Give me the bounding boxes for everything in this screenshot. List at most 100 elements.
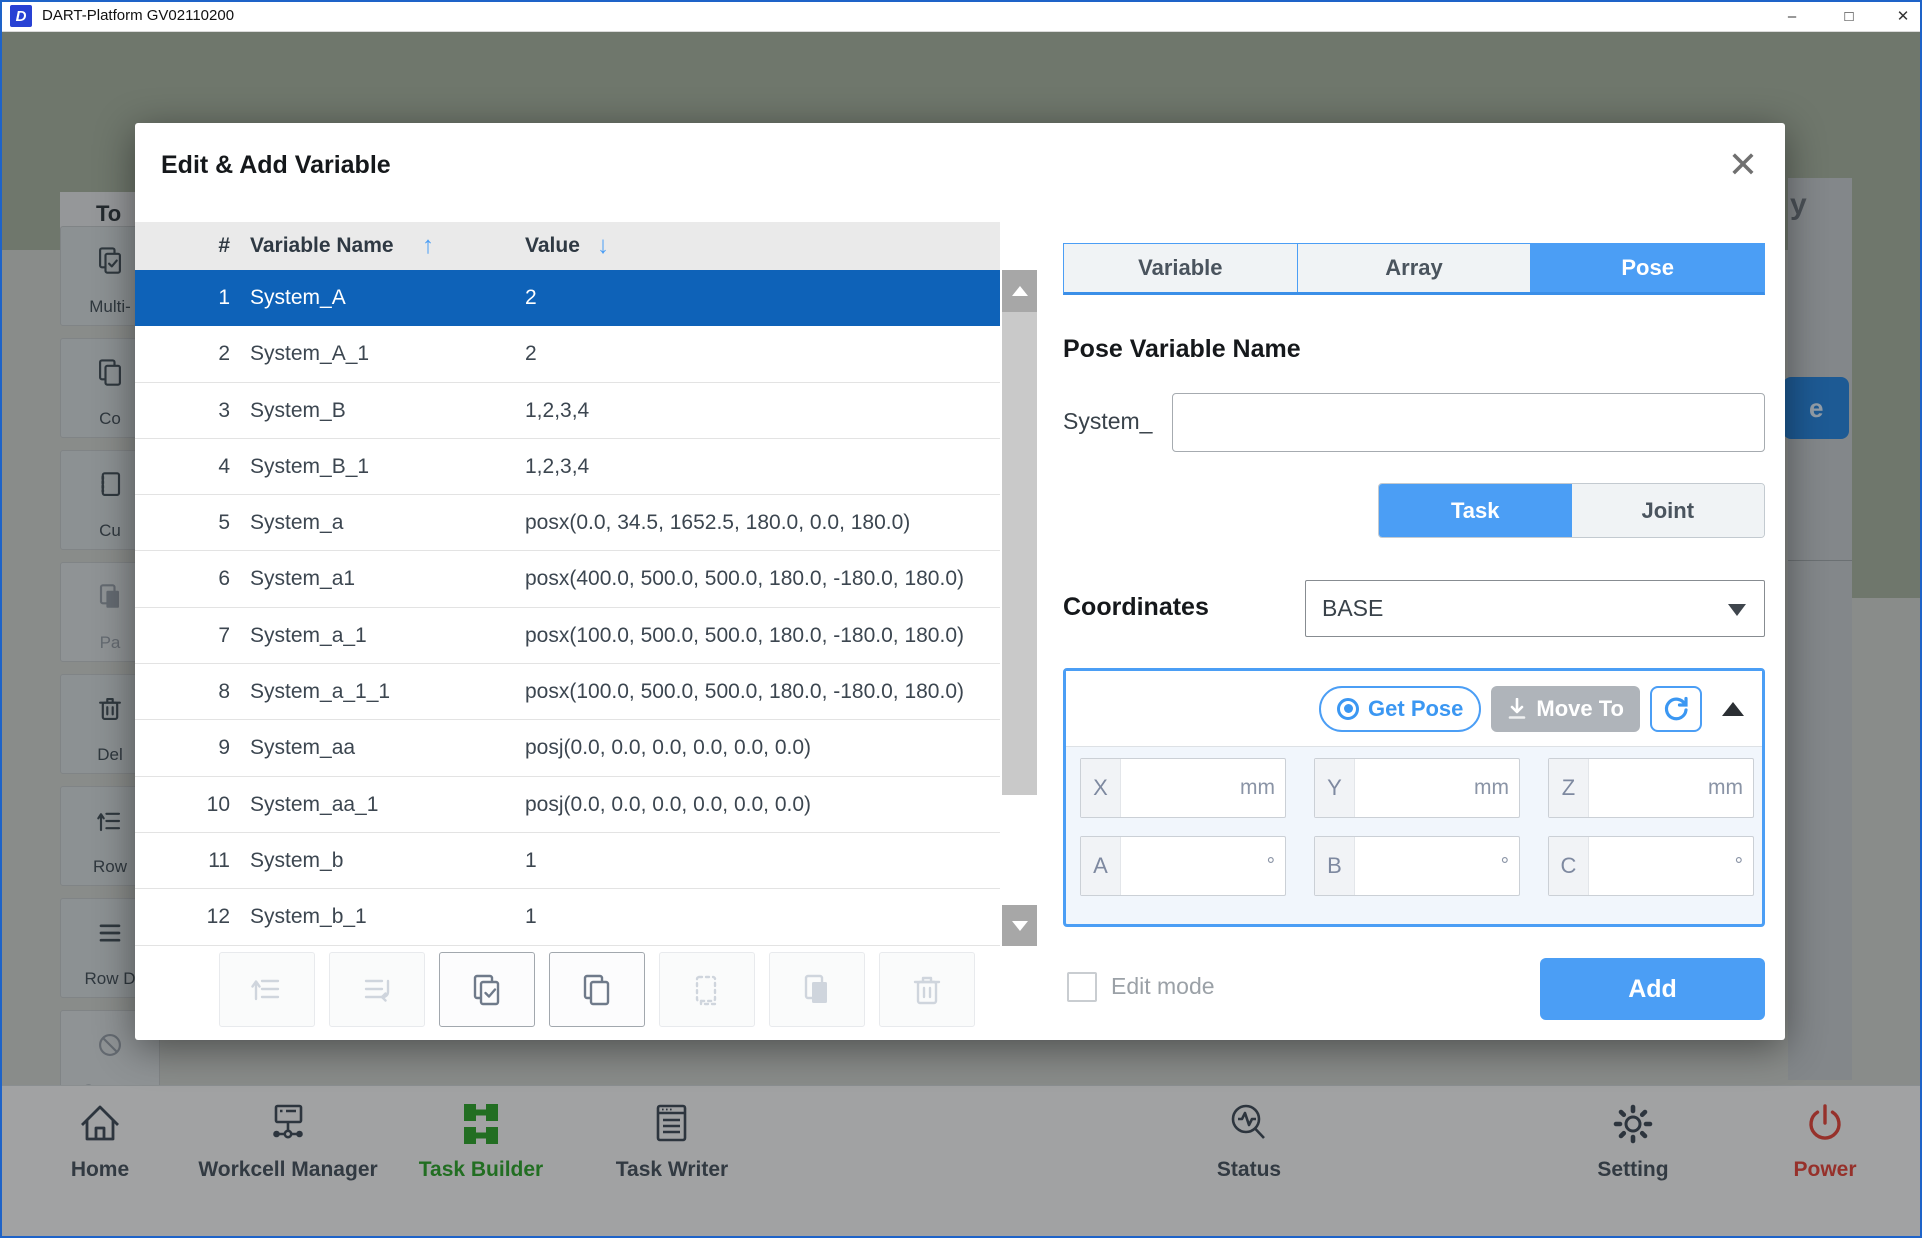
paste-filled-button: [769, 952, 865, 1027]
window-close-button[interactable]: ✕: [1886, 0, 1920, 32]
tab-variable[interactable]: Variable: [1064, 244, 1297, 292]
window-title: DART-Platform GV02110200: [42, 0, 234, 32]
pose-input-x[interactable]: [1122, 760, 1237, 816]
row-variable-name: System_b: [250, 833, 343, 889]
table-row[interactable]: 1 System_A 2: [135, 270, 1000, 326]
window-titlebar: D DART-Platform GV02110200 – □ ✕: [0, 0, 1922, 32]
row-number: 8: [135, 664, 230, 720]
paste-outline-icon: [687, 970, 727, 1010]
table-row[interactable]: 12System_b_11: [135, 889, 1000, 945]
sort-descending-icon[interactable]: ↓: [597, 222, 609, 270]
col-header-num: #: [135, 222, 230, 270]
row-variable-name: System_a_1_1: [250, 664, 390, 720]
row-number: 6: [135, 551, 230, 607]
table-row[interactable]: 7System_a_1posx(100.0, 500.0, 500.0, 180…: [135, 608, 1000, 664]
tab-array[interactable]: Array: [1297, 244, 1531, 292]
table-row[interactable]: 6 System_a1 posx(400.0, 500.0, 500.0, 180.…: [135, 551, 1000, 607]
variable-name-input[interactable]: [1172, 393, 1765, 452]
pose-input-y[interactable]: [1356, 760, 1471, 816]
coordinates-value: BASE: [1322, 595, 1383, 622]
copy-check-icon: [467, 970, 507, 1010]
dialog-close-button[interactable]: ✕: [1719, 141, 1767, 189]
get-pose-button[interactable]: Get Pose: [1319, 686, 1481, 732]
table-row[interactable]: 2System_A_12: [135, 326, 1000, 382]
duplicate-icon: [577, 970, 617, 1010]
rows-demote-button: [329, 952, 425, 1027]
pose-input-b[interactable]: [1356, 838, 1471, 894]
variable-table-body: 1System_A22System_A_123System_B1,2,3,44S…: [135, 270, 1000, 946]
download-arrow-icon: [1507, 698, 1527, 720]
coordinates-dropdown[interactable]: BASE: [1305, 580, 1765, 637]
scroll-up-button[interactable]: [1002, 270, 1037, 312]
collapse-panel-icon[interactable]: [1722, 702, 1744, 716]
duplicate-button[interactable]: [549, 952, 645, 1027]
row-value: 1: [525, 833, 537, 889]
rows-promote-icon: [247, 970, 287, 1010]
pose-variable-name-heading: Pose Variable Name: [1063, 335, 1301, 364]
table-row[interactable]: 11System_b1: [135, 833, 1000, 889]
move-to-label: Move To: [1536, 696, 1624, 722]
pose-input-z[interactable]: [1590, 760, 1705, 816]
pose-field-label: B: [1315, 837, 1355, 895]
scrollbar-thumb[interactable]: [1002, 312, 1037, 795]
row-value: 1,2,3,4: [525, 383, 589, 439]
dialog-title: Edit & Add Variable: [161, 151, 391, 180]
pose-coordinates-panel: Get Pose Move To XmmYmmZmmA°B°C°: [1063, 668, 1765, 927]
variable-table-header: # Variable Name ↑ Value ↓: [135, 222, 1000, 270]
rows-demote-icon: [357, 970, 397, 1010]
rows-promote-button: [219, 952, 315, 1027]
copy-check-button[interactable]: [439, 952, 535, 1027]
move-to-button[interactable]: Move To: [1491, 686, 1640, 732]
table-row[interactable]: 10System_aa_1posj(0.0, 0.0, 0.0, 0.0, 0.…: [135, 777, 1000, 833]
edit-mode-checkbox[interactable]: [1067, 972, 1097, 1002]
row-variable-name: System_B: [250, 383, 346, 439]
table-row[interactable]: 9 System_aa posj(0.0, 0.0, 0.0, 0.0, 0.0, …: [135, 720, 1000, 776]
pose-field-z: Zmm: [1548, 758, 1754, 818]
pose-input-a[interactable]: [1122, 838, 1237, 894]
paste-outline-button: [659, 952, 755, 1027]
window-maximize-button[interactable]: □: [1832, 0, 1866, 32]
row-variable-name: System_B_1: [250, 439, 369, 495]
variable-name-prefix: System_: [1063, 408, 1152, 435]
tab-pose[interactable]: Pose: [1530, 244, 1764, 292]
pose-field-label: A: [1081, 837, 1121, 895]
row-variable-name: System_aa: [250, 720, 355, 776]
pose-input-c[interactable]: [1590, 838, 1705, 894]
row-number: 1: [135, 270, 230, 326]
coordinates-label: Coordinates: [1063, 593, 1209, 622]
task-joint-toggle: Task Joint: [1378, 483, 1765, 538]
toggle-joint[interactable]: Joint: [1572, 484, 1765, 537]
row-variable-name: System_aa_1: [250, 777, 378, 833]
table-row[interactable]: 4System_B_11,2,3,4: [135, 439, 1000, 495]
row-variable-name: System_A: [250, 270, 346, 326]
pose-field-unit: mm: [1708, 759, 1743, 817]
refresh-pose-button[interactable]: [1650, 686, 1702, 732]
add-button[interactable]: Add: [1540, 958, 1765, 1020]
edit-add-variable-dialog: Edit & Add Variable ✕ # Variable Name ↑ …: [135, 123, 1785, 1040]
table-row[interactable]: 3System_B1,2,3,4: [135, 383, 1000, 439]
window-minimize-button[interactable]: –: [1775, 0, 1809, 32]
sort-ascending-icon[interactable]: ↑: [422, 222, 434, 270]
row-value: 2: [525, 270, 537, 326]
row-variable-name: System_a1: [250, 551, 355, 607]
pose-field-label: C: [1549, 837, 1589, 895]
row-number: 9: [135, 720, 230, 776]
scroll-down-button[interactable]: [1002, 905, 1037, 946]
row-value: posj(0.0, 0.0, 0.0, 0.0, 0.0, 0.0): [525, 720, 811, 776]
col-header-value[interactable]: Value: [525, 222, 580, 270]
row-variable-name: System_A_1: [250, 326, 369, 382]
row-value: posx(400.0, 500.0, 500.0, 180.0, -180.0,…: [525, 551, 964, 607]
table-scrollbar: [1002, 270, 1037, 946]
row-variable-name: System_a_1: [250, 608, 367, 664]
pose-field-label: X: [1081, 759, 1121, 817]
row-number: 4: [135, 439, 230, 495]
trash-icon: [907, 970, 947, 1010]
pose-field-x: Xmm: [1080, 758, 1286, 818]
row-value: posx(100.0, 500.0, 500.0, 180.0, -180.0,…: [525, 664, 964, 720]
table-row[interactable]: 5System_aposx(0.0, 34.5, 1652.5, 180.0, …: [135, 495, 1000, 551]
col-header-variable-name[interactable]: Variable Name: [250, 222, 394, 270]
toggle-task[interactable]: Task: [1379, 484, 1572, 537]
pose-field-a: A°: [1080, 836, 1286, 896]
pose-field-unit: °: [1501, 837, 1509, 895]
table-row[interactable]: 8 System_a_1_1 posx(100.0, 500.0, 500.0, 1…: [135, 664, 1000, 720]
